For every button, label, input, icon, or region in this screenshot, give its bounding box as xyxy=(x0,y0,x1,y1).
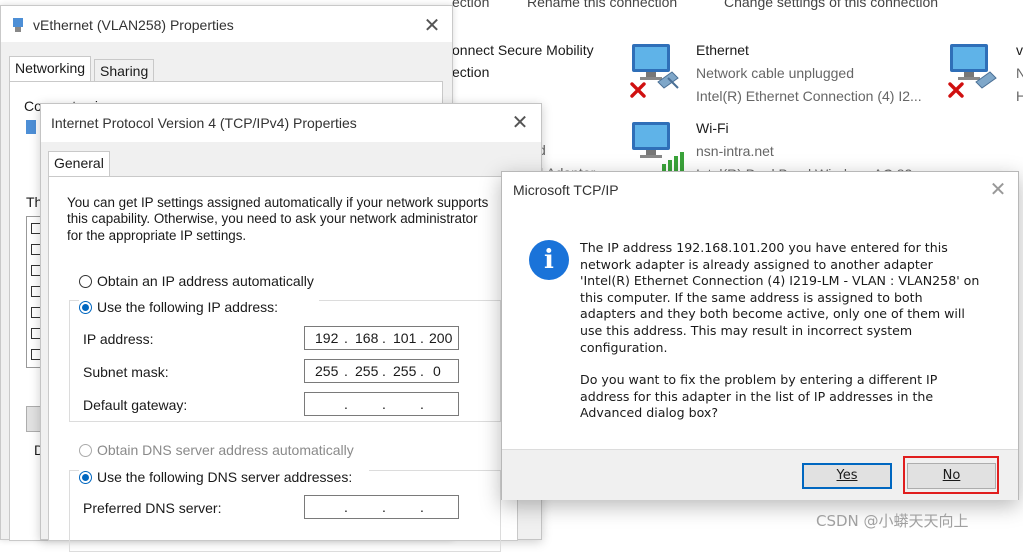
change-settings-link[interactable]: Change settings of this connection xyxy=(724,0,938,12)
radio-obtain-dns-auto[interactable] xyxy=(79,444,92,457)
adapter-small-icon xyxy=(26,120,36,134)
ip-address-field[interactable]: 192 . 168 . 101 . 200 xyxy=(304,326,459,350)
window-title: Internet Protocol Version 4 (TCP/IPv4) P… xyxy=(51,115,357,131)
adapter-name: Ethernet xyxy=(696,42,749,58)
disconnected-x-icon xyxy=(948,82,964,98)
csdn-watermark: CSDN @小蟒天天向上 xyxy=(816,512,969,530)
info-icon: i xyxy=(529,240,569,280)
obtain-dns-auto-option[interactable]: Obtain DNS server address automatically xyxy=(79,442,399,460)
ip-octet-2: 168 xyxy=(355,330,379,346)
tab-general[interactable]: General xyxy=(48,151,110,177)
obtain-dns-auto-label: Obtain DNS server address automatically xyxy=(97,442,354,458)
adapter-vethernet[interactable]: v N H xyxy=(946,42,1023,106)
warning-message: The IP address 192.168.101.200 you have … xyxy=(580,240,1000,422)
adapter-device: Intel(R) Ethernet Connection (4) I2... xyxy=(696,88,922,104)
intro-line-3: for the appropriate IP settings. xyxy=(67,228,247,243)
no-button-label: No xyxy=(942,468,961,483)
use-following-dns-option[interactable]: Use the following DNS server addresses: xyxy=(79,469,369,487)
adapter-ethernet[interactable]: Ethernet Network cable unplugged Intel(R… xyxy=(628,42,928,106)
radio-obtain-ip-auto[interactable] xyxy=(79,275,92,288)
obtain-ip-auto-label: Obtain an IP address automatically xyxy=(97,273,314,289)
partial-adapter-name: onnect Secure Mobility xyxy=(452,42,594,58)
tab-sharing[interactable]: Sharing xyxy=(94,59,155,82)
disconnected-x-icon xyxy=(630,82,646,98)
close-icon[interactable]: ✕ xyxy=(422,16,442,36)
adapter-status: Network cable unplugged xyxy=(696,65,854,81)
message-line: use this address. This may result in inc… xyxy=(580,322,913,338)
message-line: 'Intel(R) Ethernet Connection (4) I219-L… xyxy=(580,273,980,289)
intro-line-2: this capability. Otherwise, you need to … xyxy=(67,211,478,226)
no-button[interactable]: No xyxy=(907,463,996,489)
default-gateway-label: Default gateway: xyxy=(83,397,188,413)
question-line: Do you want to fix the problem by enteri… xyxy=(580,372,938,388)
general-tab-panel: You can get IP settings assigned automat… xyxy=(48,176,518,552)
radio-use-following-dns[interactable] xyxy=(79,471,92,484)
ip-octet-4: 200 xyxy=(429,330,453,346)
preferred-dns-field[interactable]: ... xyxy=(304,495,459,519)
ip-octet-1: 192 xyxy=(315,330,339,346)
tab-networking[interactable]: Networking xyxy=(9,56,92,82)
message-line: The IP address 192.168.101.200 you have … xyxy=(580,240,948,255)
adapter-status: N xyxy=(1016,65,1023,81)
question-line: address for this adapter in the list of … xyxy=(580,388,934,404)
subnet-mask-field[interactable]: 255 . 255 . 255 . 0 xyxy=(304,359,459,383)
preferred-dns-label: Preferred DNS server: xyxy=(83,500,222,516)
message-line: configuration. xyxy=(580,339,668,355)
yes-button-label: Yes xyxy=(836,468,858,483)
radio-use-following-ip[interactable] xyxy=(79,301,92,314)
network-adapter-icon xyxy=(13,18,23,32)
subnet-octet-4: 0 xyxy=(433,363,441,379)
network-adapter-icon xyxy=(632,122,684,172)
close-icon[interactable]: ✕ xyxy=(988,180,1008,200)
yes-button[interactable]: Yes xyxy=(802,463,892,489)
intro-line-1: You can get IP settings assigned automat… xyxy=(67,195,489,210)
subnet-octet-2: 255 xyxy=(355,363,379,379)
message-line: network adapter is already assigned to a… xyxy=(580,256,933,272)
tcpip-warning-dialog: Microsoft TCP/IP ✕ i The IP address 192.… xyxy=(501,171,1019,500)
question-line: Advanced dialog box? xyxy=(580,405,719,421)
use-following-ip-label: Use the following IP address: xyxy=(97,299,279,315)
title-bar: Microsoft TCP/IP ✕ xyxy=(502,172,1018,206)
use-following-dns-label: Use the following DNS server addresses: xyxy=(97,469,353,485)
adapter-name: Wi-Fi xyxy=(696,120,729,136)
message-line: this computer. If the same address is as… xyxy=(580,289,923,305)
dialog-button-bar: Yes No xyxy=(502,449,1018,500)
partial-adapter-name-2: ection xyxy=(452,64,490,80)
ip-address-label: IP address: xyxy=(83,331,154,347)
message-line: adapters and they both become active, on… xyxy=(580,306,965,322)
ipv4-properties-window: Internet Protocol Version 4 (TCP/IPv4) P… xyxy=(40,103,542,552)
rename-connection-link[interactable]: Rename this connection xyxy=(527,0,677,12)
adapter-device: H xyxy=(1016,88,1023,104)
dialog-title: Microsoft TCP/IP xyxy=(513,182,619,198)
adapter-name: v xyxy=(1016,42,1023,58)
use-following-ip-option[interactable]: Use the following IP address: xyxy=(79,299,319,317)
subnet-mask-label: Subnet mask: xyxy=(83,364,169,380)
window-title: vEthernet (VLAN258) Properties xyxy=(33,17,234,33)
obtain-ip-auto-option[interactable]: Obtain an IP address automatically xyxy=(79,273,379,291)
subnet-octet-1: 255 xyxy=(315,363,339,379)
subnet-octet-3: 255 xyxy=(393,363,417,379)
ip-octet-3: 101 xyxy=(393,330,417,346)
close-icon[interactable]: ✕ xyxy=(510,113,530,133)
default-gateway-field[interactable]: ... xyxy=(304,392,459,416)
adapter-status: nsn-intra.net xyxy=(696,143,774,159)
title-bar: vEthernet (VLAN258) Properties ✕ xyxy=(1,6,452,42)
toolbar-partial[interactable]: ection xyxy=(452,0,489,12)
title-bar: Internet Protocol Version 4 (TCP/IPv4) P… xyxy=(41,104,541,142)
